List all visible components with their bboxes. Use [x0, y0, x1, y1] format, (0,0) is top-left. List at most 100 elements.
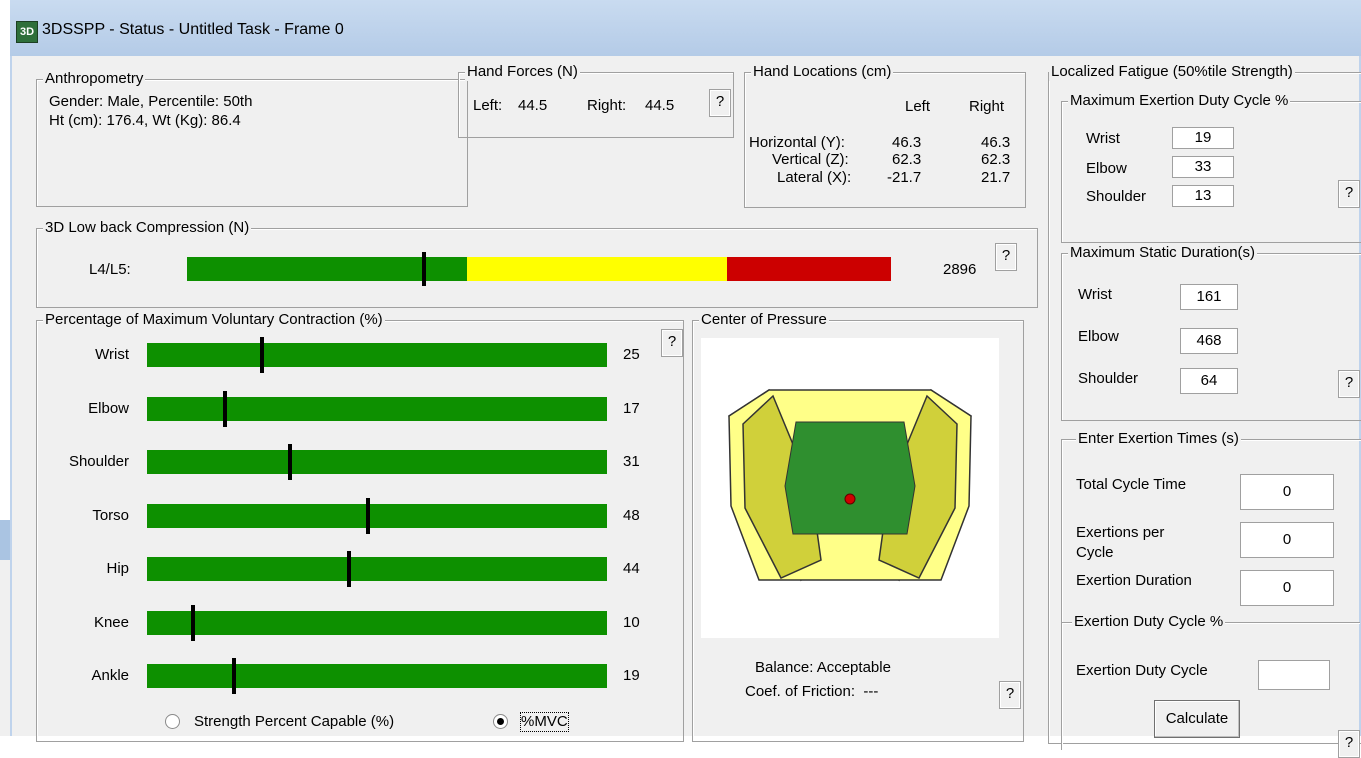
mvc-elbow-label: Elbow [88, 399, 129, 417]
static-wrist-value: 161 [1180, 284, 1238, 310]
mvc-knee-marker [191, 604, 195, 641]
static-shoulder-value: 64 [1180, 368, 1238, 394]
total-cycle-time-label: Total Cycle Time [1076, 476, 1187, 493]
hand-loc-vertical-left: 62.3 [892, 151, 922, 168]
hand-forces-help-button[interactable]: ? [709, 89, 731, 117]
hand-loc-vertical-label: Vertical (Z): [772, 151, 849, 168]
mvc-radio-label[interactable]: %MVC [520, 712, 569, 732]
mvc-wrist-value: 25 [623, 346, 640, 363]
mvc-knee-value: 10 [623, 613, 640, 631]
strength-percent-label[interactable]: Strength Percent Capable (%) [194, 713, 394, 731]
strength-percent-radio[interactable] [165, 714, 180, 729]
exertion-duration-input[interactable]: 0 [1240, 570, 1334, 606]
coef-of-friction: Coef. of Friction: --- [745, 683, 879, 700]
mvc-elbow-marker [223, 390, 228, 427]
hand-force-right-label: Right: [587, 97, 627, 114]
static-elbow-value: 468 [1180, 328, 1238, 354]
mvc-ankle-value: 19 [623, 667, 640, 684]
mvc-ankle-marker [232, 658, 237, 694]
hand-loc-horizontal-left: 46.3 [892, 134, 922, 151]
mvc-torso-value: 48 [623, 506, 640, 524]
duty-shoulder-label: Shoulder [1086, 188, 1147, 205]
center-of-pressure-help-button[interactable]: ? [999, 681, 1021, 709]
hand-loc-lateral-left: -21.7 [887, 169, 922, 186]
hand-force-right-value: 44.5 [645, 97, 675, 114]
hand-locations-title: Hand Locations (cm) [751, 63, 894, 81]
support-polygon-diagram [728, 388, 972, 582]
max-static-duration-title: Maximum Static Duration(s) [1068, 244, 1258, 262]
max-exertion-duty-group: Maximum Exertion Duty Cycle % Wrist 19 E… [1061, 92, 1361, 243]
center-of-pressure-canvas [701, 338, 999, 638]
static-elbow-label: Elbow [1078, 328, 1119, 345]
exertion-duty-cycle-label: Exertion Duty Cycle [1076, 662, 1208, 679]
compression-marker [422, 252, 427, 286]
mvc-group: Percentage of Maximum Voluntary Contract… [36, 311, 684, 742]
exertion-duty-cycle-title: Exertion Duty Cycle % [1072, 613, 1226, 631]
center-of-pressure-point [844, 493, 856, 505]
duty-wrist-value: 19 [1172, 127, 1234, 149]
static-shoulder-label: Shoulder [1078, 370, 1139, 387]
exertions-per-cycle-label-line1: Exertions per [1076, 524, 1165, 541]
balance-status: Balance: Acceptable [755, 659, 891, 676]
center-of-pressure-group: Center of Pressure Balance: Acceptable C… [692, 311, 1024, 742]
total-cycle-time-input[interactable]: 0 [1240, 474, 1334, 510]
hand-force-left-label: Left: [473, 97, 503, 114]
mvc-help-button[interactable]: ? [661, 329, 683, 357]
mvc-torso-bar [147, 503, 607, 528]
exertion-duty-cycle-value [1258, 660, 1330, 690]
mvc-wrist-marker [260, 337, 264, 373]
hand-forces-group: Hand Forces (N) Left: 44.5 Right: 44.5 ? [458, 63, 734, 138]
exertion-help-button[interactable]: ? [1338, 730, 1360, 758]
hand-loc-horizontal-label: Horizontal (Y): [749, 134, 845, 151]
exertions-per-cycle-input[interactable]: 0 [1240, 522, 1334, 558]
anthropometry-height-weight: Ht (cm): 176.4, Wt (Kg): 86.4 [49, 112, 241, 129]
hand-loc-lateral-label: Lateral (X): [777, 169, 852, 186]
localized-fatigue-group: Localized Fatigue (50%tile Strength) Max… [1048, 63, 1361, 758]
hand-locations-col-left: Left [905, 98, 931, 115]
duty-shoulder-value: 13 [1172, 185, 1234, 207]
mvc-ankle-label: Ankle [91, 667, 129, 684]
exertion-duration-label: Exertion Duration [1076, 572, 1192, 589]
desktop-taskbar-edge [0, 520, 10, 560]
mvc-shoulder-value: 31 [623, 453, 640, 470]
compression-group: 3D Low back Compression (N) L4/L5: 2896 … [36, 219, 1038, 308]
anthropometry-gender: Gender: Male, Percentile: 50th [49, 93, 253, 110]
title-bar[interactable]: 3D 3DSSPP - Status - Untitled Task - Fra… [10, 0, 1361, 56]
duty-elbow-value: 33 [1172, 156, 1234, 178]
mvc-title: Percentage of Maximum Voluntary Contract… [43, 311, 385, 329]
mvc-hip-value: 44 [623, 560, 640, 577]
hand-locations-group: Hand Locations (cm) Left Right Horizonta… [744, 63, 1026, 208]
mvc-ankle-bar [147, 664, 607, 688]
compression-help-button[interactable]: ? [995, 243, 1017, 271]
exertions-per-cycle-label-line2: Cycle [1076, 544, 1114, 561]
static-help-button[interactable]: ? [1338, 370, 1360, 398]
max-exertion-duty-title: Maximum Exertion Duty Cycle % [1068, 92, 1291, 110]
anthropometry-group: Anthropometry Gender: Male, Percentile: … [36, 70, 468, 207]
anthropometry-title: Anthropometry [43, 70, 146, 88]
static-wrist-label: Wrist [1078, 286, 1112, 303]
duty-help-button[interactable]: ? [1338, 180, 1360, 208]
duty-wrist-label: Wrist [1086, 130, 1120, 147]
mvc-elbow-bar [147, 396, 607, 421]
window-title: 3DSSPP - Status - Untitled Task - Frame … [42, 21, 344, 38]
hand-loc-horizontal-right: 46.3 [981, 134, 1011, 151]
max-static-duration-group: Maximum Static Duration(s) Wrist 161 Elb… [1061, 244, 1361, 421]
compression-title: 3D Low back Compression (N) [43, 219, 252, 237]
mvc-shoulder-label: Shoulder [68, 453, 129, 470]
calculate-button[interactable]: Calculate [1154, 700, 1240, 738]
mvc-knee-label: Knee [93, 613, 129, 631]
mvc-shoulder-bar [147, 450, 607, 474]
hand-loc-lateral-right: 21.7 [981, 169, 1011, 186]
hand-forces-title: Hand Forces (N) [465, 63, 580, 81]
exertion-times-group: Enter Exertion Times (s) Total Cycle Tim… [1061, 430, 1361, 758]
mvc-hip-label: Hip [106, 560, 129, 577]
mvc-radio[interactable] [493, 714, 508, 729]
hand-locations-col-right: Right [969, 98, 1005, 115]
mvc-torso-label: Torso [92, 506, 129, 524]
compression-bar-red-zone [727, 257, 891, 281]
mvc-elbow-value: 17 [623, 399, 640, 417]
desktop-strip [0, 0, 11, 736]
mvc-shoulder-marker [287, 444, 292, 480]
mvc-wrist-label: Wrist [95, 346, 129, 363]
app-icon[interactable]: 3D [16, 21, 38, 43]
